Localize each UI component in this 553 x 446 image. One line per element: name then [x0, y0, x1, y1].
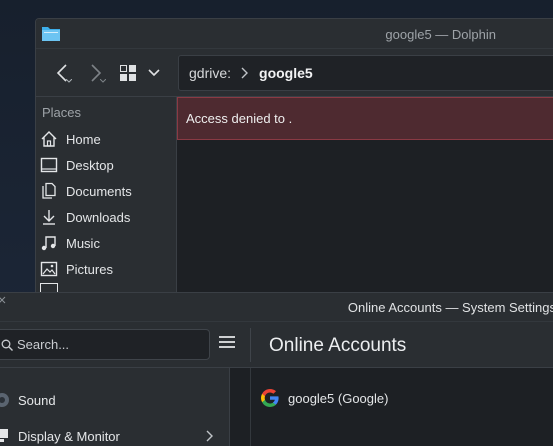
account-item[interactable]: google5 (Google): [260, 386, 388, 410]
place-label: Documents: [66, 183, 132, 199]
sidebar-item-label: Display & Monitor: [18, 428, 120, 444]
sidebar-item-display-monitor[interactable]: Display & Monitor: [0, 421, 228, 446]
place-label: Pictures: [66, 261, 113, 277]
downloads-icon: [43, 210, 55, 225]
window-menu-icon[interactable]: [0, 296, 6, 304]
content-divider: [250, 368, 251, 446]
header-divider: [250, 328, 251, 362]
settings-titlebar[interactable]: Online Accounts — System Settings: [0, 293, 553, 322]
forward-history-icon: [100, 79, 106, 83]
chevron-right-icon: [206, 430, 213, 442]
hamburger-menu-icon: [219, 336, 235, 348]
system-settings-window: Online Accounts — System Settings Online…: [0, 292, 553, 446]
display-icon: [0, 429, 8, 442]
place-item-pictures[interactable]: Pictures: [40, 257, 172, 281]
error-message-banner: Access denied to .: [177, 97, 553, 140]
breadcrumb-separator-icon: [241, 67, 249, 79]
search-input[interactable]: [17, 337, 197, 352]
hamburger-menu-button[interactable]: [218, 334, 238, 354]
sidebar-item-sound[interactable]: Sound: [0, 385, 228, 415]
settings-header: Online Accounts: [0, 322, 553, 368]
account-label: google5 (Google): [288, 390, 389, 406]
back-history-icon: [66, 79, 72, 83]
sound-icon: [0, 393, 9, 407]
view-mode-button[interactable]: [118, 61, 138, 85]
accounts-list: google5 (Google): [230, 368, 553, 446]
place-item-downloads[interactable]: Downloads: [40, 205, 172, 229]
breadcrumb-root[interactable]: gdrive:: [189, 65, 231, 81]
file-view[interactable]: Access denied to .: [177, 97, 553, 307]
place-label: Downloads: [66, 209, 131, 225]
pictures-icon: [40, 261, 58, 277]
forward-button[interactable]: [84, 61, 108, 85]
icons-view-icon: [120, 65, 136, 81]
back-button[interactable]: [50, 61, 74, 85]
dolphin-window: google5 — Dolphin gdrive: google5 Places…: [35, 18, 553, 308]
error-message-text: Access denied to .: [186, 111, 293, 126]
dolphin-toolbar: gdrive: google5: [36, 49, 553, 97]
settings-sidebar: Sound Display & Monitor: [0, 368, 230, 446]
chevron-down-icon: [148, 69, 160, 77]
sidebar-item-label: Sound: [18, 392, 56, 408]
page-title: Online Accounts: [269, 335, 407, 356]
place-item-desktop[interactable]: Desktop: [40, 153, 172, 177]
google-icon: [261, 389, 279, 407]
dolphin-window-title: google5 — Dolphin: [385, 27, 496, 42]
places-header: Places: [42, 105, 82, 120]
search-icon: [1, 339, 13, 351]
places-panel: Places Home Desktop Documents Downloads …: [36, 97, 177, 307]
place-item-documents[interactable]: Documents: [40, 179, 172, 203]
search-box[interactable]: [0, 329, 210, 360]
music-icon: [41, 236, 56, 251]
place-label: Home: [66, 131, 101, 147]
breadcrumb-current[interactable]: google5: [259, 65, 313, 81]
location-breadcrumb[interactable]: gdrive: google5: [178, 55, 553, 91]
home-icon: [41, 131, 57, 147]
documents-icon: [42, 182, 56, 199]
settings-window-title: Online Accounts — System Settings: [347, 300, 553, 315]
desktop-icon: [40, 157, 58, 173]
place-item-home[interactable]: Home: [40, 127, 172, 151]
place-label: Music: [66, 235, 100, 251]
place-item-music[interactable]: Music: [40, 231, 172, 255]
dolphin-titlebar[interactable]: google5 — Dolphin: [36, 19, 553, 49]
view-mode-dropdown[interactable]: [146, 61, 162, 85]
place-label: Desktop: [66, 157, 114, 173]
